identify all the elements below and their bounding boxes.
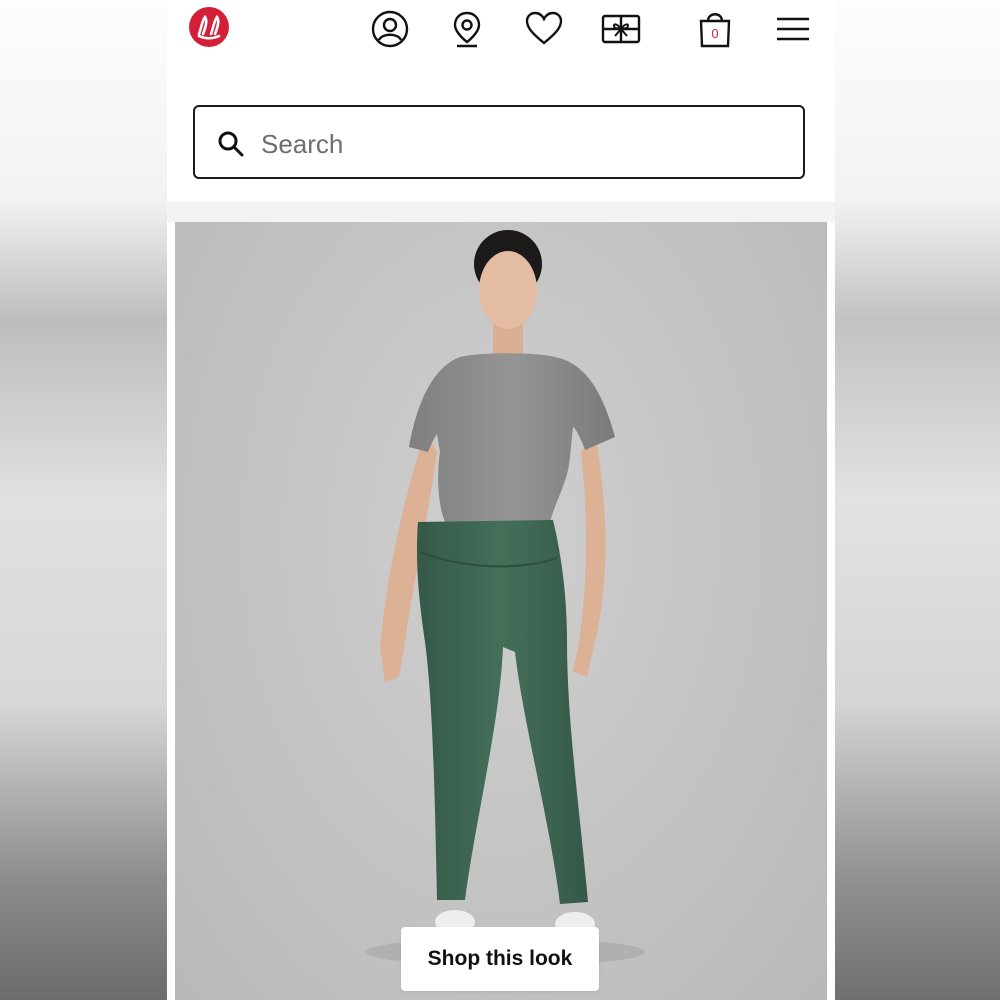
model-figure-image bbox=[365, 230, 645, 966]
left-backdrop bbox=[0, 0, 167, 1000]
bag-count-badge: 0 bbox=[711, 26, 719, 41]
search-input[interactable] bbox=[259, 125, 783, 163]
shop-this-look-button[interactable]: Shop this look bbox=[401, 927, 599, 991]
hero-product-image[interactable] bbox=[175, 222, 827, 1000]
site-header: 0 bbox=[167, 0, 835, 60]
account-icon[interactable] bbox=[369, 8, 411, 50]
store-locator-icon[interactable] bbox=[446, 8, 488, 50]
lululemon-logo-icon[interactable] bbox=[189, 7, 229, 47]
hamburger-menu-icon[interactable] bbox=[772, 8, 814, 50]
wishlist-heart-icon[interactable] bbox=[523, 8, 565, 50]
gift-card-icon[interactable] bbox=[600, 8, 642, 50]
search-bar[interactable] bbox=[193, 105, 805, 179]
search-icon bbox=[218, 131, 244, 157]
shopping-bag-icon[interactable]: 0 bbox=[694, 8, 736, 50]
right-backdrop bbox=[835, 0, 1000, 1000]
section-divider bbox=[167, 202, 835, 222]
phone-screen: 0 Search Shop this look bbox=[167, 0, 835, 1000]
